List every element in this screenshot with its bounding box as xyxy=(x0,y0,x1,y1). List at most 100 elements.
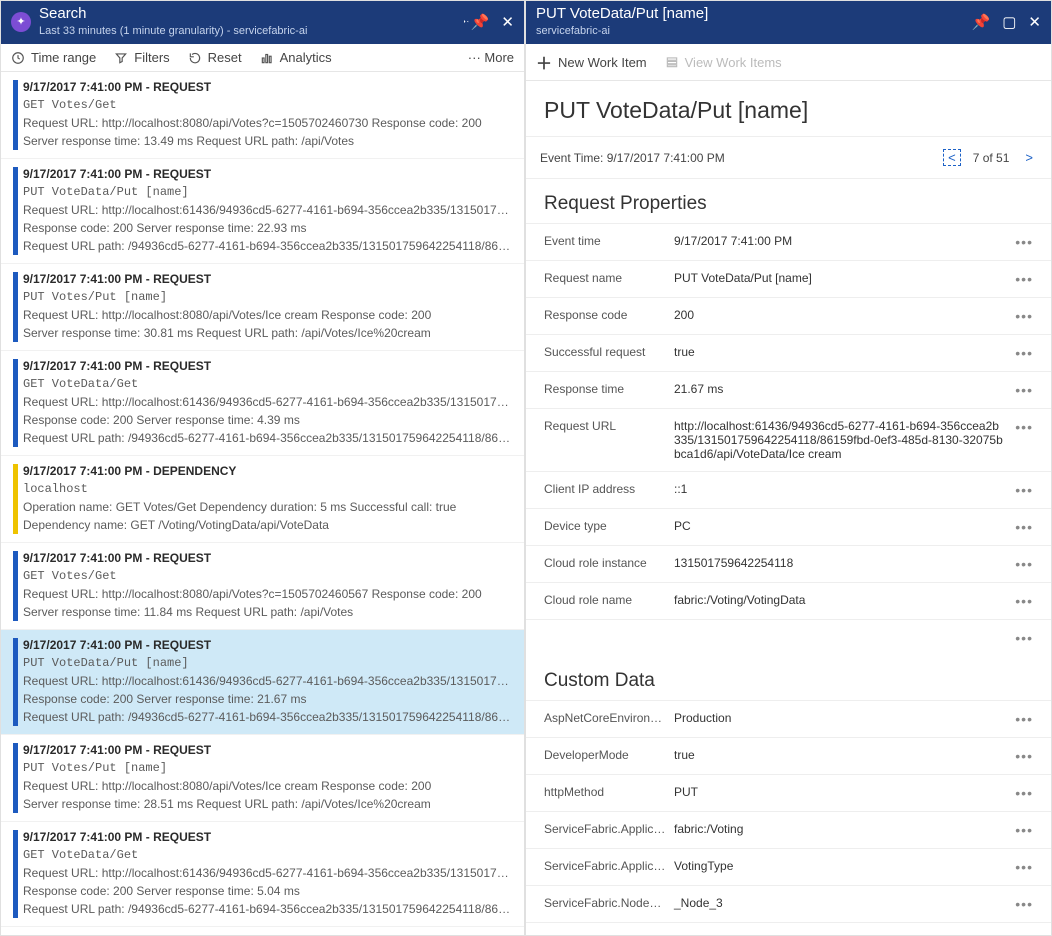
property-value: 131501759642254118 xyxy=(674,556,1015,570)
list-item[interactable]: 9/17/2017 7:41:00 PM - REQUESTPUT Votes/… xyxy=(1,264,524,351)
property-row: Request namePUT VoteData/Put [name]••• xyxy=(526,260,1051,297)
detail-subtitle: servicefabric-ai xyxy=(536,25,972,38)
item-head: 9/17/2017 7:41:00 PM - REQUEST xyxy=(23,636,514,654)
property-actions-button[interactable]: ••• xyxy=(1015,271,1033,287)
search-subtitle: Last 33 minutes (1 minute granularity) -… xyxy=(39,25,457,38)
new-work-item-button[interactable]: ＋ New Work Item xyxy=(536,50,647,74)
item-operation: GET Votes/Get xyxy=(23,567,514,585)
property-actions-button[interactable]: ••• xyxy=(1015,896,1033,912)
item-head: 9/17/2017 7:41:00 PM - DEPENDENCY xyxy=(23,933,514,935)
analytics-button[interactable]: Analytics xyxy=(260,50,332,65)
item-detail: Request URL: http://localhost:8080/api/V… xyxy=(23,114,514,132)
more-props-button[interactable]: ••• xyxy=(1015,630,1033,646)
search-pane: ✦ Search Last 33 minutes (1 minute granu… xyxy=(0,0,525,936)
property-key: ServiceFabric.Node… xyxy=(544,896,674,910)
item-operation: GET VoteData/Get xyxy=(23,375,514,393)
list-item[interactable]: 9/17/2017 7:41:00 PM - REQUESTPUT VoteDa… xyxy=(1,159,524,264)
detail-pane: PUT VoteData/Put [name] servicefabric-ai… xyxy=(525,0,1052,936)
more-button[interactable]: ··· More xyxy=(468,50,514,65)
property-value: fabric:/Voting/VotingData xyxy=(674,593,1015,607)
property-value: PUT xyxy=(674,785,1015,799)
list-item[interactable]: 9/17/2017 7:41:00 PM - REQUESTPUT Votes/… xyxy=(1,735,524,822)
item-detail: Request URL path: /94936cd5-6277-4161-b6… xyxy=(23,237,514,255)
property-row: Cloud role instance131501759642254118••• xyxy=(526,545,1051,582)
property-actions-button[interactable]: ••• xyxy=(1015,785,1033,801)
close-icon[interactable]: ✕ xyxy=(1028,13,1041,31)
time-range-button[interactable]: Time range xyxy=(11,50,96,65)
property-actions-button[interactable]: ••• xyxy=(1015,308,1033,324)
search-results-list[interactable]: 9/17/2017 7:41:00 PM - REQUEST GET Votes/… xyxy=(1,72,524,935)
property-row: Cloud role namefabric:/Voting/VotingData… xyxy=(526,582,1051,619)
detail-scroll[interactable]: PUT VoteData/Put [name] Event Time: 9/17… xyxy=(526,81,1051,935)
item-head: 9/17/2017 7:41:00 PM - REQUEST xyxy=(23,78,514,96)
new-work-item-label: New Work Item xyxy=(558,55,647,70)
property-actions-button[interactable]: ••• xyxy=(1015,519,1033,535)
property-value: 94936cd5-6277-4161-b694-356ccea2b335 xyxy=(674,933,1015,935)
property-actions-button[interactable]: ••• xyxy=(1015,748,1033,764)
property-actions-button[interactable]: ••• xyxy=(1015,933,1033,935)
property-value: http://localhost:61436/94936cd5-6277-416… xyxy=(674,419,1015,461)
list-item[interactable]: 9/17/2017 7:41:00 PM - DEPENDENCYlocalho… xyxy=(1,927,524,935)
item-head: 9/17/2017 7:41:00 PM - REQUEST xyxy=(23,741,514,759)
pin-icon[interactable]: 📌 xyxy=(972,13,991,31)
property-key: AspNetCoreEnviron… xyxy=(544,711,674,725)
detail-title-bar: PUT VoteData/Put [name] servicefabric-ai… xyxy=(526,1,1051,44)
property-actions-button[interactable]: ••• xyxy=(1015,382,1033,398)
list-item[interactable]: 9/17/2017 7:41:00 PM - DEPENDENCYlocalho… xyxy=(1,456,524,543)
property-value: true xyxy=(674,748,1015,762)
item-head: 9/17/2017 7:41:00 PM - REQUEST xyxy=(23,165,514,183)
item-detail: Operation name: GET Votes/Get Dependency… xyxy=(23,498,514,516)
property-row: Event time9/17/2017 7:41:00 PM••• xyxy=(526,223,1051,260)
property-key: ServiceFabric.Applic… xyxy=(544,859,674,873)
property-actions-button[interactable]: ••• xyxy=(1015,234,1033,250)
item-detail: Response code: 200 Server response time:… xyxy=(23,219,514,237)
property-actions-button[interactable]: ••• xyxy=(1015,711,1033,727)
pin-icon[interactable]: 📌 xyxy=(457,13,490,31)
request-bar-icon xyxy=(13,167,18,255)
property-value: Production xyxy=(674,711,1015,725)
property-value: ::1 xyxy=(674,482,1015,496)
property-actions-button[interactable]: ••• xyxy=(1015,345,1033,361)
list-item[interactable]: 9/17/2017 7:41:00 PM - REQUESTGET VoteDa… xyxy=(1,822,524,927)
property-row: ServiceFabric.Applic…VotingType••• xyxy=(526,848,1051,885)
request-bar-icon xyxy=(13,80,18,150)
property-value: fabric:/Voting xyxy=(674,822,1015,836)
property-actions-button[interactable]: ••• xyxy=(1015,822,1033,838)
list-item[interactable]: 9/17/2017 7:41:00 PM - REQUESTGET VoteDa… xyxy=(1,351,524,456)
item-detail: Request URL: http://localhost:61436/9493… xyxy=(23,393,514,411)
close-icon[interactable]: ✕ xyxy=(501,13,514,31)
property-row: AspNetCoreEnviron…Production••• xyxy=(526,700,1051,737)
search-title-bar: ✦ Search Last 33 minutes (1 minute granu… xyxy=(1,1,524,44)
property-key: Successful request xyxy=(544,345,674,359)
pager: < 7 of 51 > xyxy=(943,149,1037,166)
maximize-icon[interactable]: ▢ xyxy=(1002,13,1016,31)
property-row: ServiceFabric.Partiti…94936cd5-6277-4161… xyxy=(526,922,1051,935)
property-row: ServiceFabric.Node…_Node_3••• xyxy=(526,885,1051,922)
property-key: Client IP address xyxy=(544,482,674,496)
property-actions-button[interactable]: ••• xyxy=(1015,859,1033,875)
item-operation: GET VoteData/Get xyxy=(23,846,514,864)
property-actions-button[interactable]: ••• xyxy=(1015,593,1033,609)
list-item[interactable]: 9/17/2017 7:41:00 PM - REQUESTGET Votes/… xyxy=(1,543,524,630)
property-actions-button[interactable]: ••• xyxy=(1015,556,1033,572)
reset-button[interactable]: Reset xyxy=(188,50,242,65)
property-actions-button[interactable]: ••• xyxy=(1015,419,1033,435)
search-toolbar: Time range Filters Reset Analytics ··· M… xyxy=(1,44,524,72)
item-detail: Request URL: http://localhost:61436/9493… xyxy=(23,864,514,882)
property-value: VotingType xyxy=(674,859,1015,873)
list-item[interactable]: 9/17/2017 7:41:00 PM - REQUESTPUT VoteDa… xyxy=(1,630,524,735)
property-key: Request URL xyxy=(544,419,674,433)
property-actions-button[interactable]: ••• xyxy=(1015,482,1033,498)
property-key: Cloud role instance xyxy=(544,556,674,570)
item-detail: Response code: 200 Server response time:… xyxy=(23,882,514,900)
request-bar-icon xyxy=(13,830,18,918)
item-head: 9/17/2017 7:41:00 PM - REQUEST xyxy=(23,270,514,288)
event-time-label: Event Time: 9/17/2017 7:41:00 PM xyxy=(540,151,725,165)
pager-prev-button[interactable]: < xyxy=(943,149,961,166)
property-key: httpMethod xyxy=(544,785,674,799)
pager-next-button[interactable]: > xyxy=(1021,150,1037,165)
filters-button[interactable]: Filters xyxy=(114,50,169,65)
list-item[interactable]: 9/17/2017 7:41:00 PM - REQUESTGET Votes/… xyxy=(1,72,524,159)
view-work-items-label: View Work Items xyxy=(685,55,782,70)
property-row: DeveloperModetrue••• xyxy=(526,737,1051,774)
